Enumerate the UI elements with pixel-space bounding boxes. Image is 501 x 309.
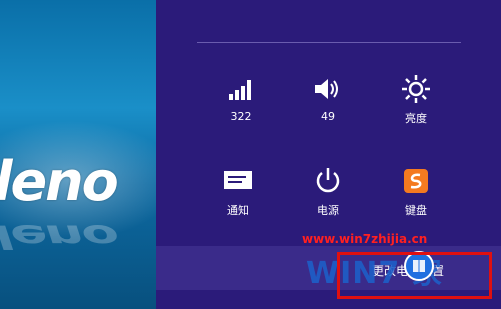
desktop-background: leno leno [0,0,156,309]
notifications-label: 通知 [227,204,249,217]
watermark-url: www.win7zhijia.cn [302,232,428,246]
brightness-icon [381,72,451,106]
signal-icon [206,72,276,106]
keyboard-icon [381,164,451,198]
volume-label: 49 [321,110,335,123]
brightness-tile[interactable]: 亮度 [381,72,451,126]
network-tile[interactable]: 322 [206,72,276,123]
power-tile[interactable]: 电源 [293,164,363,218]
highlight-box [337,252,492,299]
volume-tile[interactable]: 49 [293,72,363,123]
notification-icon [203,164,273,198]
notifications-tile[interactable]: 通知 [203,164,273,218]
volume-icon [293,72,363,106]
keyboard-label: 键盘 [405,204,427,217]
divider [197,42,461,43]
network-label: 322 [230,110,252,123]
keyboard-tile[interactable]: 键盘 [381,164,451,218]
power-label: 电源 [317,204,339,217]
power-icon [293,164,363,198]
brightness-label: 亮度 [405,112,427,125]
brand-logo: leno [0,150,119,213]
brand-logo-reflection: leno [0,217,117,256]
